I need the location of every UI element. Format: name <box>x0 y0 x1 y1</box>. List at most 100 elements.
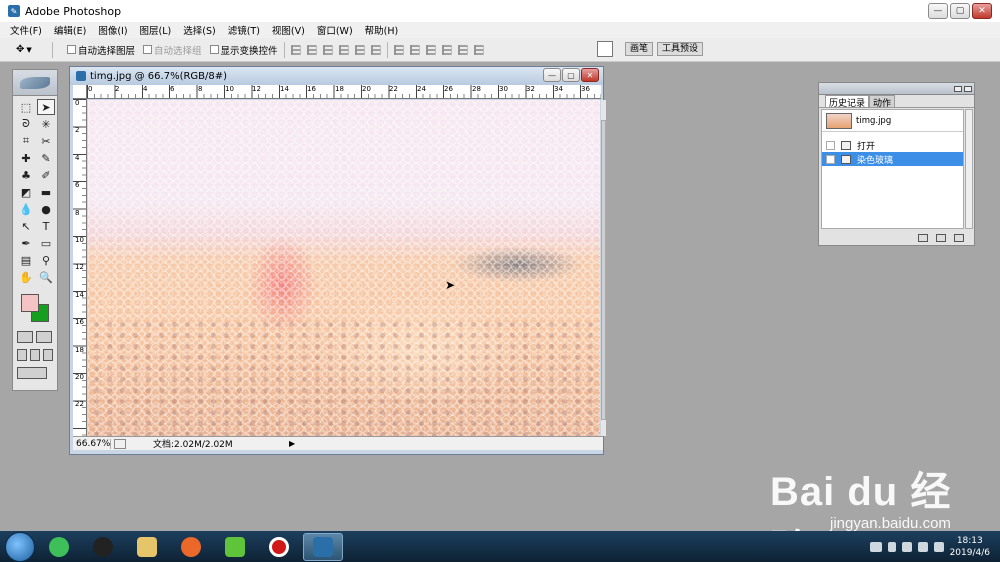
pen-tool-icon[interactable]: ✒ <box>17 235 35 251</box>
image-canvas[interactable]: ➤ <box>88 100 600 436</box>
taskbar-app-firefox[interactable] <box>171 533 211 561</box>
align-bottom-icon[interactable] <box>322 44 333 55</box>
history-scrollbar[interactable] <box>965 109 973 229</box>
eyedropper-tool-icon[interactable]: ⚲ <box>37 252 55 268</box>
align-vcenter-icon[interactable] <box>306 44 317 55</box>
clock[interactable]: 18:13 2019/4/6 <box>950 535 990 559</box>
history-state[interactable]: 打开 <box>822 138 963 152</box>
status-menu-arrow-icon[interactable]: ▶ <box>289 439 295 448</box>
taskbar-app-explorer[interactable] <box>127 533 167 561</box>
distribute-left-icon[interactable] <box>441 44 452 55</box>
tab-actions[interactable]: 动作 <box>869 95 896 109</box>
menu-filter[interactable]: 滤镜(T) <box>228 23 260 37</box>
document-title-bar[interactable]: timg.jpg @ 66.7%(RGB/8#) <box>70 67 603 85</box>
maximize-button[interactable]: ▢ <box>950 3 970 19</box>
flag-icon[interactable] <box>887 541 896 552</box>
dodge-tool-icon[interactable]: ● <box>37 201 55 217</box>
healing-brush-icon[interactable]: ✚ <box>17 150 35 166</box>
menu-edit[interactable]: 编辑(E) <box>54 23 86 37</box>
new-document-from-state-icon[interactable] <box>918 234 928 242</box>
history-brush-icon[interactable]: ✐ <box>37 167 55 183</box>
new-snapshot-icon[interactable] <box>936 234 946 242</box>
taskbar-app-photoshop[interactable] <box>303 532 343 561</box>
align-top-icon[interactable] <box>290 44 301 55</box>
eraser-tool-icon[interactable]: ◩ <box>17 184 35 200</box>
history-brush-source-box[interactable] <box>826 154 835 164</box>
quick-mask-icon[interactable] <box>36 331 52 343</box>
vertical-scrollbar[interactable] <box>601 100 606 436</box>
path-select-tool-icon[interactable]: ↖ <box>17 218 35 234</box>
taskbar-app-360[interactable] <box>39 533 79 561</box>
blur-tool-icon[interactable]: 💧 <box>17 201 35 217</box>
tab-brushes[interactable]: 画笔 <box>625 42 654 56</box>
panel-header[interactable] <box>819 83 974 95</box>
gradient-tool-icon[interactable]: ▬ <box>37 184 55 200</box>
clone-stamp-icon[interactable]: ♣ <box>17 167 35 183</box>
doc-minimize-button[interactable]: — <box>543 68 561 82</box>
close-button[interactable]: ✕ <box>972 3 992 19</box>
slice-tool-icon[interactable]: ✂ <box>37 133 55 149</box>
menu-window[interactable]: 窗口(W) <box>317 23 353 37</box>
auto-select-layer-checkbox[interactable]: 自动选择图层 <box>67 43 135 57</box>
doc-close-button[interactable]: ✕ <box>581 68 599 82</box>
history-brush-source-box[interactable] <box>826 140 835 150</box>
delete-state-icon[interactable] <box>954 234 964 242</box>
vertical-ruler[interactable]: 0 2 4 6 8 10 12 14 16 18 20 22 <box>73 99 87 436</box>
notes-tool-icon[interactable]: ▤ <box>17 252 35 268</box>
taskbar-app-media[interactable] <box>215 533 255 561</box>
menu-select[interactable]: 选择(S) <box>183 23 215 37</box>
start-button[interactable] <box>5 531 35 562</box>
brush-tool-icon[interactable]: ✎ <box>37 150 55 166</box>
file-browser-icon[interactable] <box>597 41 613 57</box>
ruler-origin[interactable] <box>73 85 87 99</box>
minimize-button[interactable]: — <box>928 3 948 19</box>
ime-icon[interactable] <box>933 541 944 552</box>
lasso-tool-icon[interactable]: ᘐ <box>17 116 35 132</box>
align-hcenter-icon[interactable] <box>354 44 365 55</box>
panel-close-icon[interactable] <box>964 85 972 92</box>
taskbar-app-qq[interactable] <box>83 533 123 561</box>
align-left-icon[interactable] <box>338 44 349 55</box>
tab-history[interactable]: 历史记录 <box>825 95 870 109</box>
imageready-icon[interactable] <box>17 367 47 379</box>
tool-preset-picker[interactable]: ✥ ▼ <box>16 44 46 55</box>
history-state-selected[interactable]: 染色玻璃 <box>822 152 963 166</box>
horizontal-ruler[interactable]: 0 2 4 6 8 10 12 14 16 18 20 22 24 26 28 … <box>87 85 601 99</box>
standard-mode-icon[interactable] <box>17 331 33 343</box>
menu-file[interactable]: 文件(F) <box>10 23 42 37</box>
marquee-tool-icon[interactable]: ⬚ <box>17 99 35 115</box>
screen-mode-full-menu-icon[interactable] <box>30 349 40 361</box>
distribute-right-icon[interactable] <box>473 44 484 55</box>
distribute-top-icon[interactable] <box>393 44 404 55</box>
foreground-color-swatch[interactable] <box>21 294 39 312</box>
magic-wand-tool-icon[interactable]: ✳ <box>37 116 55 132</box>
network-icon[interactable] <box>901 541 912 552</box>
doc-maximize-button[interactable]: ▢ <box>562 68 580 82</box>
history-snapshot[interactable]: timg.jpg <box>822 110 963 132</box>
menu-view[interactable]: 视图(V) <box>272 23 305 37</box>
distribute-bottom-icon[interactable] <box>425 44 436 55</box>
move-tool-icon[interactable]: ➤ <box>37 99 55 115</box>
panel-minimize-icon[interactable] <box>954 85 962 92</box>
zoom-level[interactable]: 66.67% <box>73 438 111 449</box>
menu-help[interactable]: 帮助(H) <box>365 23 399 37</box>
keyboard-icon[interactable] <box>869 541 882 552</box>
toolbox-header[interactable] <box>13 70 57 96</box>
tab-tool-presets[interactable]: 工具预设 <box>657 42 704 56</box>
type-tool-icon[interactable]: T <box>37 218 55 234</box>
zoom-tool-icon[interactable]: 🔍 <box>37 269 55 285</box>
screen-mode-full-icon[interactable] <box>43 349 53 361</box>
hand-tool-icon[interactable]: ✋ <box>17 269 35 285</box>
volume-icon[interactable] <box>917 541 928 552</box>
zoom-preview-icon[interactable] <box>114 438 126 449</box>
scrollbar-thumb[interactable] <box>601 120 606 420</box>
align-right-icon[interactable] <box>370 44 381 55</box>
distribute-vcenter-icon[interactable] <box>409 44 420 55</box>
menu-layer[interactable]: 图层(L) <box>140 23 172 37</box>
show-transform-controls-checkbox[interactable]: 显示变换控件 <box>209 43 278 57</box>
auto-select-group-checkbox[interactable]: 自动选择组 <box>143 43 202 57</box>
shape-tool-icon[interactable]: ▭ <box>37 235 55 251</box>
screen-mode-standard-icon[interactable] <box>17 349 27 361</box>
taskbar-app-recorder[interactable] <box>259 533 299 561</box>
crop-tool-icon[interactable]: ⌗ <box>17 133 35 149</box>
